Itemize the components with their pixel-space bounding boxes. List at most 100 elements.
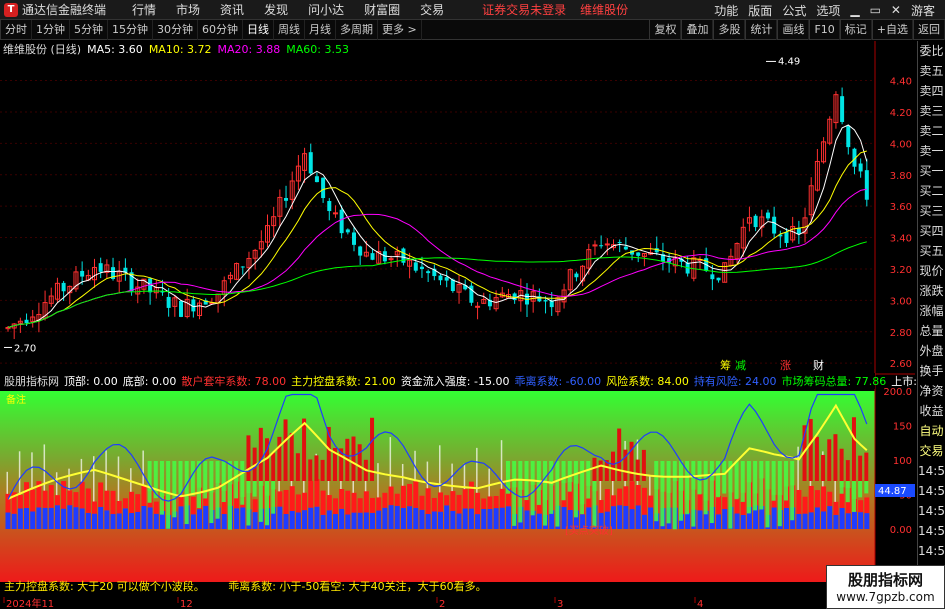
trade-login-notice[interactable]: 证券交易未登录 <box>482 1 566 18</box>
indicator-bar-blue <box>178 506 184 529</box>
side-item[interactable]: 现价 <box>918 261 945 281</box>
side-item[interactable]: 卖三 <box>918 101 945 121</box>
side-item[interactable]: 买二 <box>918 181 945 201</box>
side-item[interactable]: 14:56 <box>918 541 945 561</box>
menu-wenxiaoda[interactable]: 问小达 <box>308 1 344 18</box>
menu-hangqing[interactable]: 行情 <box>132 1 156 18</box>
candle-body-down <box>345 229 350 233</box>
side-item[interactable]: 净资 <box>918 381 945 401</box>
side-item[interactable]: 买四 <box>918 221 945 241</box>
maximize-icon[interactable]: ▭ <box>870 3 881 17</box>
period-30min[interactable]: 30分钟 <box>153 19 198 40</box>
candle-body-down <box>24 319 29 324</box>
main-chart-header: 维维股份 (日线) MA5: 3.60 MA10: 3.72 MA20: 3.8… <box>0 41 355 57</box>
side-item[interactable]: 涨跌 <box>918 281 945 301</box>
side-item[interactable]: 卖四 <box>918 81 945 101</box>
menu-banmian[interactable]: 版面 <box>748 2 772 19</box>
btn-huaxian[interactable]: 画线 <box>777 20 810 40</box>
indicator-bar-blue <box>845 513 851 529</box>
btn-biaoji[interactable]: 标记 <box>839 20 872 40</box>
menu-faxian[interactable]: 发现 <box>264 1 288 18</box>
indicator-bar-red <box>864 497 870 514</box>
period-weekly[interactable]: 周线 <box>274 19 305 40</box>
indicator-bar-red <box>314 479 320 507</box>
side-item[interactable]: 外盘 <box>918 341 945 361</box>
btn-fuquan[interactable]: 复权 <box>649 20 682 40</box>
menu-gongshi[interactable]: 公式 <box>782 2 806 19</box>
indicator-bar-top <box>814 436 819 481</box>
side-item[interactable]: 14:56 <box>918 481 945 501</box>
side-item[interactable]: 卖二 <box>918 121 945 141</box>
side-item[interactable]: 卖五 <box>918 61 945 81</box>
side-item[interactable]: 交易 <box>918 441 945 461</box>
indicator-bar-blue <box>147 507 153 529</box>
side-item[interactable]: 买三 <box>918 201 945 221</box>
indicator-value-label: 主力控盘系数: 21.00 <box>291 375 396 388</box>
indicator-bar-blue <box>481 508 487 529</box>
guest-label[interactable]: 游客 <box>911 2 935 19</box>
period-1min[interactable]: 1分钟 <box>32 19 70 40</box>
btn-fanhui[interactable]: 返回 <box>913 20 945 40</box>
menu-jiaoyi[interactable]: 交易 <box>420 1 444 18</box>
side-item[interactable]: 买一 <box>918 161 945 181</box>
date-tick-label: 4 <box>697 599 703 609</box>
menu-gongneng[interactable]: 功能 <box>714 2 738 19</box>
btn-zixuan[interactable]: +自选 <box>871 20 913 40</box>
indicator-bar-blue <box>197 509 203 529</box>
indicator-bar-top <box>283 419 288 481</box>
candle-body-down <box>617 242 622 244</box>
candle-body-up <box>475 305 481 308</box>
indicator-bar-red <box>493 495 499 509</box>
menu-zixun[interactable]: 资讯 <box>220 1 244 18</box>
side-item[interactable]: 买五 <box>918 241 945 261</box>
indicator-bar-green <box>172 461 177 518</box>
side-item[interactable]: 涨幅 <box>918 301 945 321</box>
kline-chart[interactable]: 备注 [买点突破] 4.40 4.20 4.00 3.80 3.60 3.40 3.20 3.0… <box>0 41 915 609</box>
price-tick-label: 3.80 <box>890 171 912 182</box>
menu-xuanxiang[interactable]: 选项 <box>816 2 840 19</box>
side-item[interactable]: 14:56 <box>918 501 945 521</box>
side-item[interactable]: 14:56 <box>918 461 945 481</box>
indicator-bar-red <box>648 495 654 508</box>
indicator-bar-blue <box>808 512 814 529</box>
side-item[interactable]: 卖一 <box>918 141 945 161</box>
side-item[interactable]: 委比 <box>918 41 945 61</box>
close-icon[interactable]: ✕ <box>891 3 901 17</box>
period-fenshi[interactable]: 分时 <box>0 19 32 40</box>
menu-shichang[interactable]: 市场 <box>176 1 200 18</box>
side-item[interactable]: 收益 <box>918 401 945 421</box>
btn-diejia[interactable]: 叠加 <box>681 20 714 40</box>
indicator-bar-red <box>85 488 91 513</box>
side-item[interactable]: 换手 <box>918 361 945 381</box>
menu-caifuquan[interactable]: 财富圈 <box>364 1 400 18</box>
indicator-bar-white <box>476 447 478 493</box>
indicator-bar-green <box>561 461 566 501</box>
period-5min[interactable]: 5分钟 <box>70 19 108 40</box>
period-multi[interactable]: 多周期 <box>336 19 378 40</box>
indicator-bar-red <box>425 488 431 514</box>
indicator-bar-red <box>332 498 338 515</box>
signal-mark: 筹 <box>720 358 731 372</box>
period-15min[interactable]: 15分钟 <box>108 19 153 40</box>
indicator-bar-green <box>215 461 220 519</box>
side-item[interactable]: 总量 <box>918 321 945 341</box>
indicator-bar-top <box>864 452 869 481</box>
watermark-url: www.7gpzb.com <box>836 590 935 604</box>
indicator-bar-red <box>468 481 474 509</box>
period-60min[interactable]: 60分钟 <box>198 19 243 40</box>
indicator-bar-green <box>234 461 239 499</box>
minimize-icon[interactable]: ▁ <box>850 3 859 17</box>
indicator-bar-red <box>394 493 400 506</box>
indicator-bar-blue <box>54 505 60 529</box>
btn-f10[interactable]: F10 <box>809 20 840 40</box>
indicator-bar-blue <box>24 507 30 529</box>
indicator-bar-green <box>203 461 208 499</box>
period-daily[interactable]: 日线 <box>243 19 274 40</box>
side-item[interactable]: 自动 <box>918 421 945 441</box>
side-item[interactable]: 14:56 <box>918 521 945 541</box>
period-more[interactable]: 更多 > <box>378 19 422 40</box>
indicator-bar-top <box>308 459 313 481</box>
btn-duogu[interactable]: 多股 <box>713 20 746 40</box>
period-monthly[interactable]: 月线 <box>305 19 336 40</box>
btn-tongji[interactable]: 统计 <box>745 20 778 40</box>
